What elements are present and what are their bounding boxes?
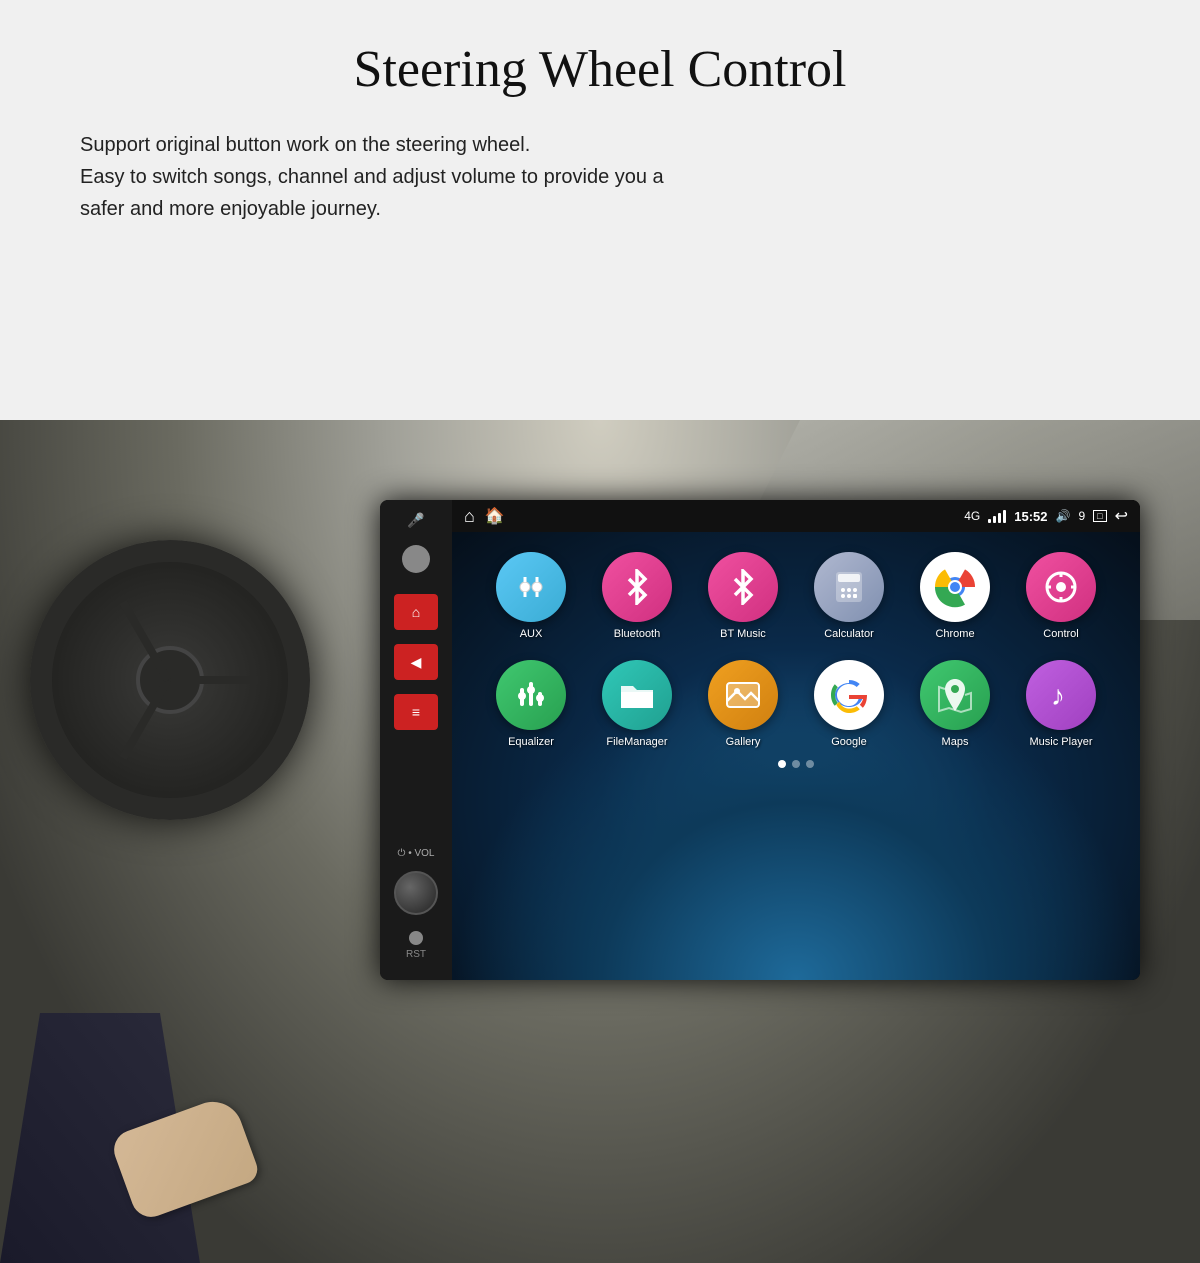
battery-number: 9 [1078,509,1085,523]
app-grid-row2: Equalizer FileManager [482,660,1110,748]
app-label-musicplayer: Music Player [1030,736,1093,748]
back-nav-icon[interactable]: ↩ [1115,506,1128,526]
steering-wheel [30,540,310,820]
app-icon-control [1026,552,1096,622]
home-status-icon[interactable]: ⌂ [464,506,475,527]
description-text: Support original button work on the stee… [80,129,780,225]
app-item-chrome[interactable]: Chrome [906,552,1004,640]
dot-1 [778,760,786,768]
app-label-calculator: Calculator [824,628,874,640]
app-icon-filemanager [602,660,672,730]
top-section: Steering Wheel Control Support original … [0,0,1200,420]
time-display: 15:52 [1014,509,1047,524]
home-icon: ⌂ [412,604,420,620]
app-item-calculator[interactable]: Calculator [800,552,898,640]
dot-3 [806,760,814,768]
app-icon-calculator [814,552,884,622]
camera-dot [402,545,430,573]
app-item-maps[interactable]: Maps [906,660,1004,748]
volume-icon: 🔊 [1056,509,1071,523]
app-icon-google [814,660,884,730]
app-icon-chrome [920,552,990,622]
menu-icon: ≡ [412,704,420,720]
app-label-maps: Maps [942,736,969,748]
desc-line2: Easy to switch songs, channel and adjust… [80,166,664,188]
app-icon-musicplayer: ♪ [1026,660,1096,730]
status-bar-right: 4G 15:52 🔊 9 □ ↩ [964,506,1128,526]
app-item-musicplayer[interactable]: ♪ Music Player [1012,660,1110,748]
app-label-control: Control [1043,628,1078,640]
car-section: 🎤 ⌂ ◀ ≡ ⏻ • VOL RST ⌂ [0,420,1200,1263]
dot-2 [792,760,800,768]
rst-dot [409,931,423,945]
app-icon-gallery [708,660,778,730]
app-icon-maps [920,660,990,730]
home-button[interactable]: ⌂ [394,594,438,630]
menu-button[interactable]: ≡ [394,694,438,730]
desc-line3: safer and more enjoyable journey. [80,198,381,220]
rst-label: RST [406,949,426,960]
control-panel: 🎤 ⌂ ◀ ≡ ⏻ • VOL RST [380,500,452,980]
app-label-btmusic: BT Music [720,628,766,640]
app-icon-bluetooth [602,552,672,622]
mic-icon: 🎤 [407,512,424,529]
volume-knob[interactable] [394,871,438,915]
vol-label: ⏻ • VOL [398,848,435,859]
app-item-google[interactable]: Google [800,660,898,748]
status-bar: ⌂ 🏠 4G 15:52 🔊 9 □ ↩ [452,500,1140,532]
head-unit: 🎤 ⌂ ◀ ≡ ⏻ • VOL RST ⌂ [380,500,1140,980]
signal-bars [988,510,1006,523]
app-item-aux[interactable]: AUX [482,552,580,640]
app-icon-equalizer [496,660,566,730]
page-title: Steering Wheel Control [80,40,1120,99]
app-item-control[interactable]: Control [1012,552,1110,640]
app-label-gallery: Gallery [726,736,761,748]
screen: ⌂ 🏠 4G 15:52 🔊 9 □ ↩ [452,500,1140,980]
status-bar-left: ⌂ 🏠 [464,506,505,527]
network-type: 4G [964,509,980,523]
window-icon: □ [1093,510,1106,522]
app-label-bluetooth: Bluetooth [614,628,660,640]
app-label-google: Google [831,736,866,748]
app-label-aux: AUX [520,628,543,640]
app-item-filemanager[interactable]: FileManager [588,660,686,748]
app-item-gallery[interactable]: Gallery [694,660,792,748]
back-arrow-icon: ◀ [411,654,422,671]
app-icon-aux [496,552,566,622]
app-area: AUX Bluetooth [452,532,1140,980]
page-dots [482,760,1110,768]
app-item-equalizer[interactable]: Equalizer [482,660,580,748]
apps-status-icon[interactable]: 🏠 [485,506,505,526]
app-item-btmusic[interactable]: BT Music [694,552,792,640]
svg-text:♪: ♪ [1051,680,1065,711]
app-grid-row1: AUX Bluetooth [482,552,1110,640]
app-label-filemanager: FileManager [606,736,667,748]
back-button[interactable]: ◀ [394,644,438,680]
app-item-bluetooth[interactable]: Bluetooth [588,552,686,640]
app-label-chrome: Chrome [935,628,974,640]
desc-line1: Support original button work on the stee… [80,134,530,156]
app-icon-btmusic [708,552,778,622]
app-label-equalizer: Equalizer [508,736,554,748]
